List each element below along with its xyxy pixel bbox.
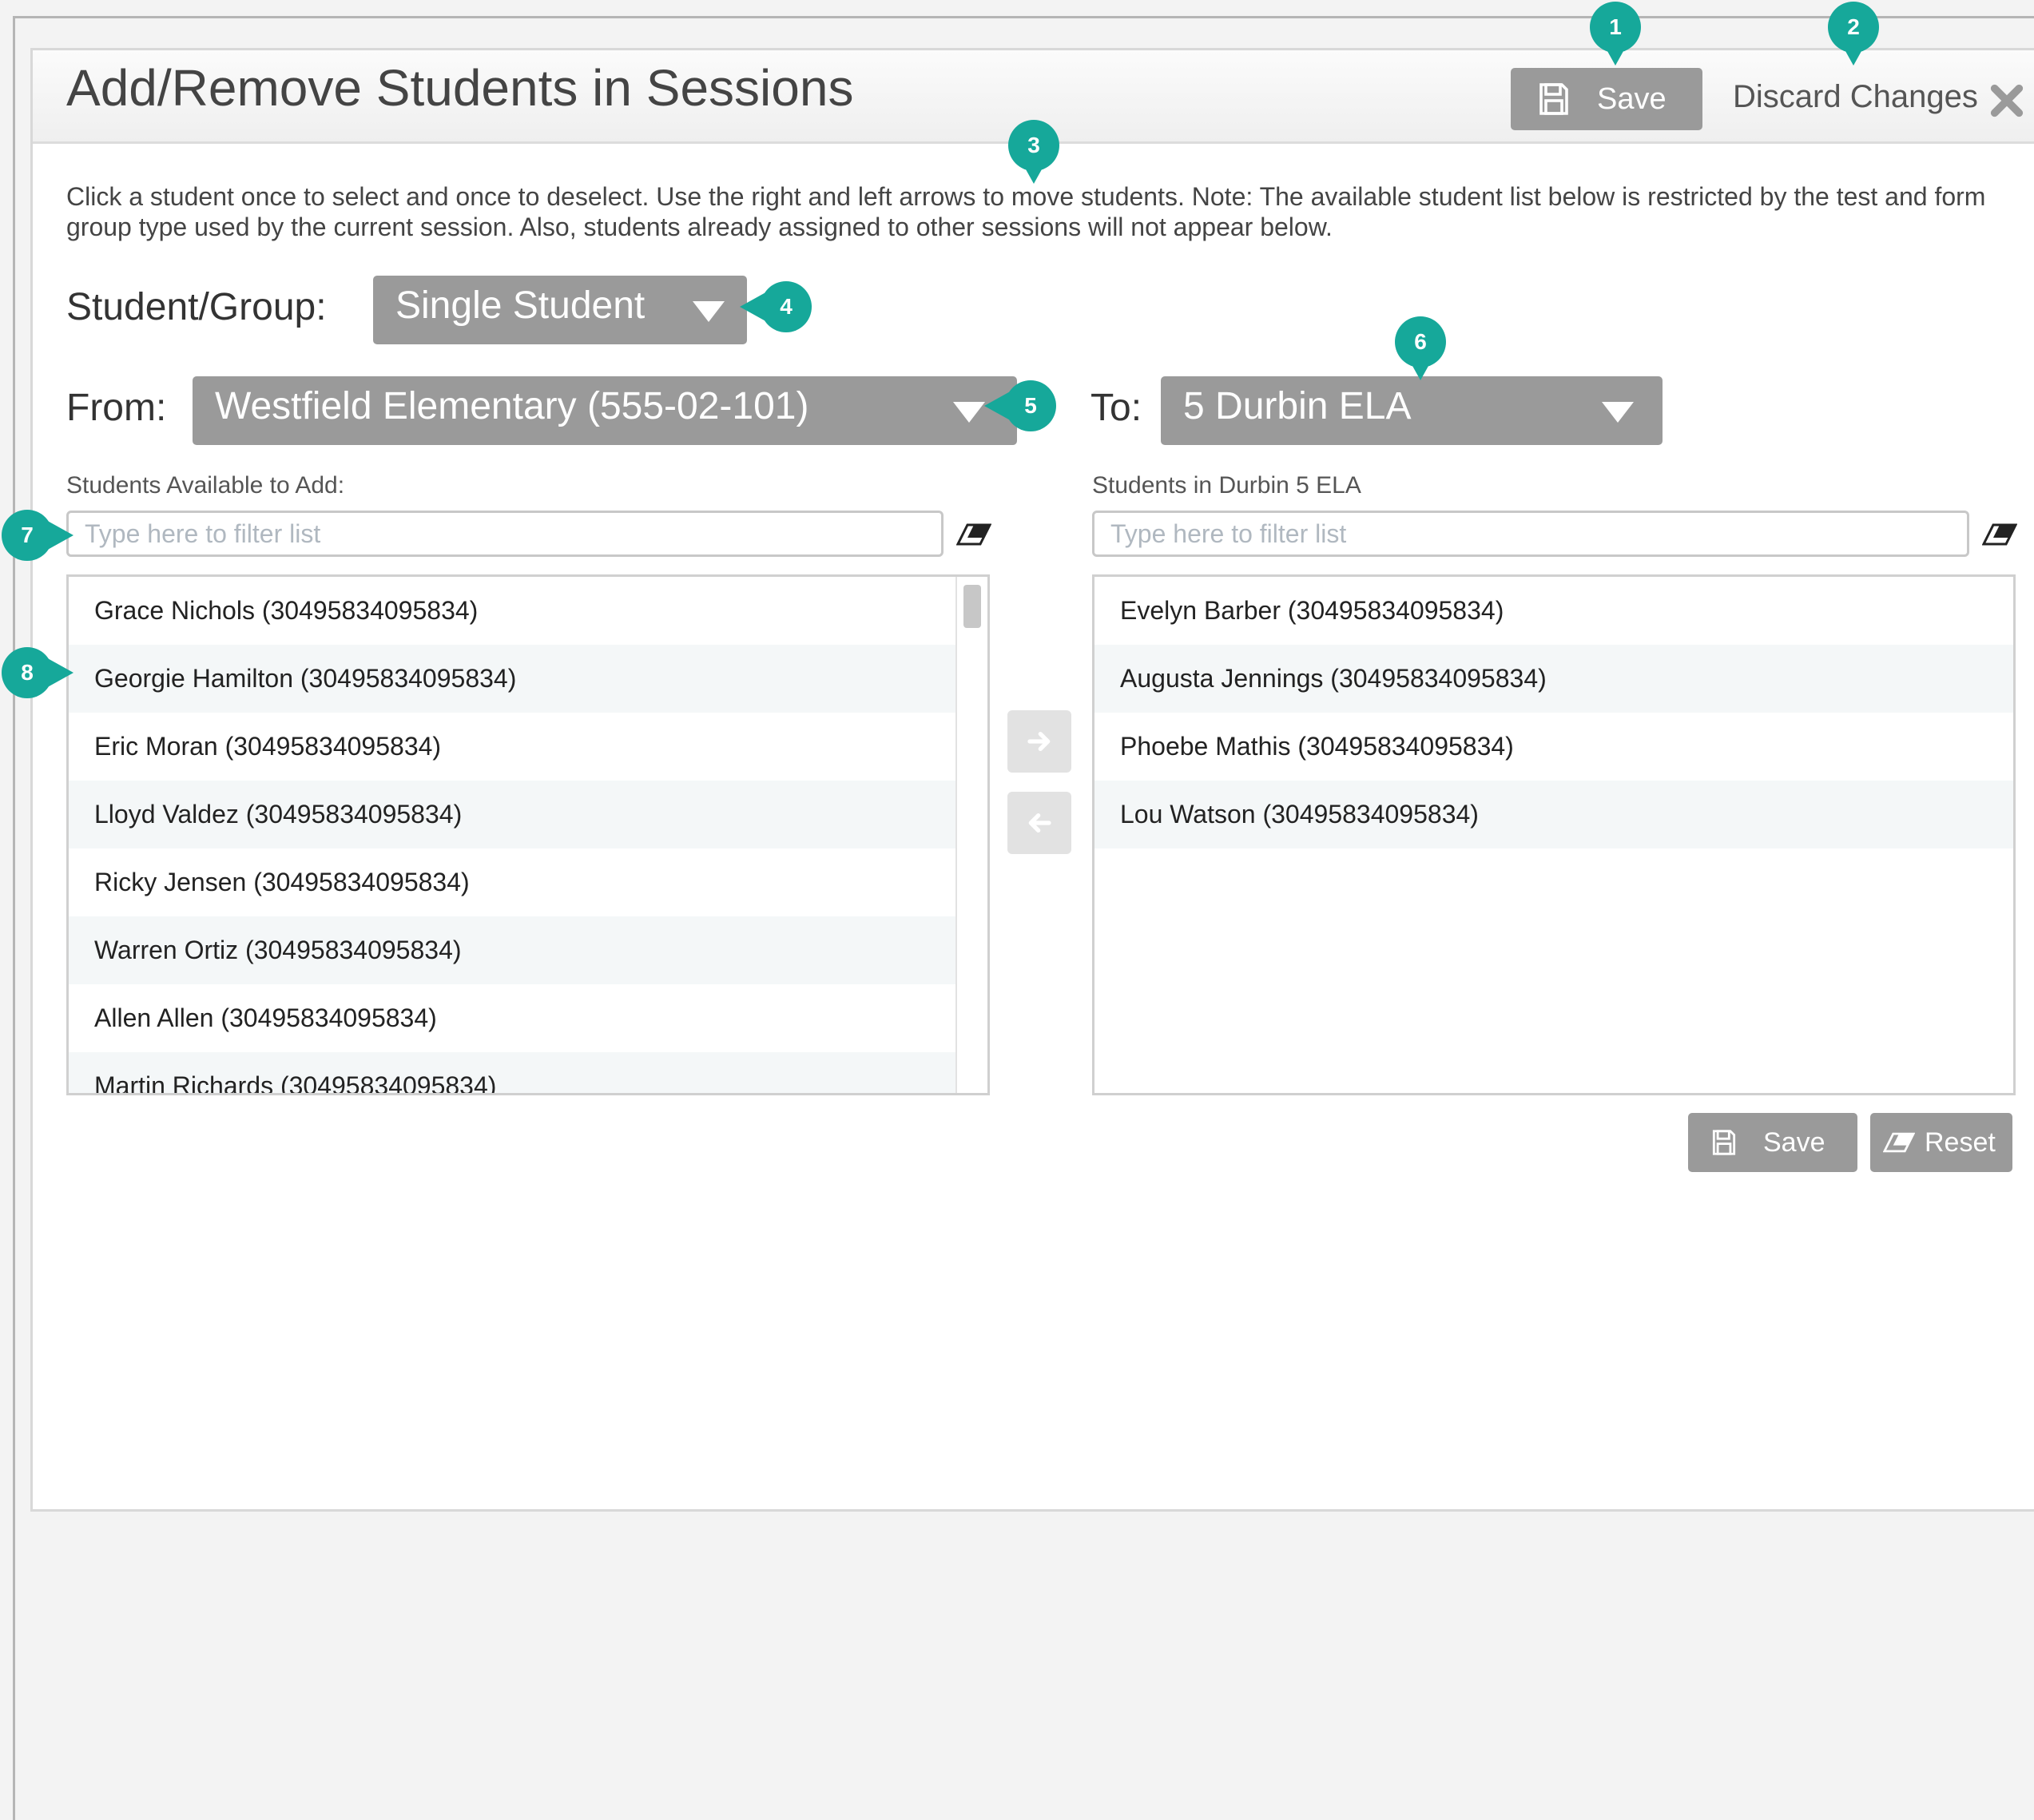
available-student-row[interactable]: Grace Nichols (30495834095834) [69, 577, 987, 645]
callout-5: 5 [984, 380, 1056, 431]
assigned-students-list: Evelyn Barber (30495834095834) Augusta Je… [1092, 574, 2016, 1095]
discard-changes-link[interactable]: Discard Changes [1733, 79, 1978, 115]
available-student-row[interactable]: Ricky Jensen (30495834095834) [69, 848, 987, 916]
footer-save-label: Save [1763, 1127, 1825, 1158]
assigned-student-row[interactable]: Evelyn Barber (30495834095834) [1094, 577, 2013, 645]
callout-7: 7 [2, 510, 73, 561]
page-title: Add/Remove Students in Sessions [66, 59, 854, 117]
move-left-button[interactable] [1007, 792, 1071, 854]
assigned-student-row[interactable]: Augusta Jennings (30495834095834) [1094, 645, 2013, 713]
available-rows: Grace Nichols (30495834095834) Georgie Ha… [69, 577, 987, 1093]
reset-button[interactable]: Reset [1870, 1113, 2012, 1172]
callout-1: 1 [1590, 2, 1641, 66]
to-dropdown[interactable]: 5 Durbin ELA [1161, 376, 1663, 445]
callout-8: 8 [2, 647, 73, 698]
from-value: Westfield Elementary (555-02-101) [215, 385, 809, 427]
save-icon [1712, 1130, 1736, 1155]
arrow-left-icon [1028, 813, 1051, 833]
eraser-icon[interactable] [1982, 522, 2017, 547]
available-filter-input[interactable] [66, 511, 944, 557]
callout-6: 6 [1395, 316, 1446, 380]
to-value: 5 Durbin ELA [1183, 385, 1412, 427]
assigned-student-row[interactable]: Lou Watson (30495834095834) [1094, 781, 2013, 848]
instructions-text: Click a student once to select and once … [66, 182, 1986, 241]
eraser-icon[interactable] [956, 522, 991, 547]
eraser-icon [1883, 1132, 1915, 1153]
chevron-down-icon [1602, 402, 1634, 423]
callout-2: 2 [1828, 2, 1879, 66]
reset-label: Reset [1925, 1127, 1996, 1158]
assigned-list-label: Students in Durbin 5 ELA [1092, 472, 1361, 499]
save-icon [1539, 83, 1568, 115]
header-save-label: Save [1597, 81, 1667, 116]
assigned-filter-input[interactable] [1092, 511, 1969, 557]
callout-3: 3 [1008, 120, 1059, 184]
available-student-row[interactable]: Lloyd Valdez (30495834095834) [69, 781, 987, 848]
available-student-row[interactable]: Eric Moran (30495834095834) [69, 713, 987, 781]
scrollbar[interactable] [955, 577, 987, 1093]
footer-save-button[interactable]: Save [1688, 1113, 1857, 1172]
arrow-right-icon [1027, 732, 1051, 751]
from-dropdown[interactable]: Westfield Elementary (555-02-101) [193, 376, 1017, 445]
callout-4: 4 [740, 281, 812, 332]
header-save-button[interactable]: Save [1511, 68, 1702, 130]
chevron-down-icon [953, 402, 985, 423]
available-list-label: Students Available to Add: [66, 472, 345, 499]
session-editor-panel: Add/Remove Students in Sessions Save Dis… [30, 48, 2034, 1512]
scrollbar-thumb[interactable] [963, 585, 981, 628]
from-label: From: [66, 387, 167, 429]
available-student-row[interactable]: Allen Allen (30495834095834) [69, 984, 987, 1052]
move-right-button[interactable] [1007, 710, 1071, 773]
available-students-list: Grace Nichols (30495834095834) Georgie Ha… [66, 574, 990, 1095]
available-student-row[interactable]: Martin Richards (30495834095834) [69, 1052, 987, 1093]
student-group-label: Student/Group: [66, 286, 327, 328]
available-student-row[interactable]: Georgie Hamilton (30495834095834) [69, 645, 987, 713]
student-group-value: Single Student [395, 284, 646, 327]
chevron-down-icon [693, 301, 725, 322]
assigned-student-row[interactable]: Phoebe Mathis (30495834095834) [1094, 713, 2013, 781]
student-group-dropdown[interactable]: Single Student [373, 276, 747, 344]
to-label: To: [1090, 387, 1142, 429]
available-student-row[interactable]: Warren Ortiz (30495834095834) [69, 916, 987, 984]
close-icon[interactable] [1988, 82, 2025, 119]
assigned-rows: Evelyn Barber (30495834095834) Augusta Je… [1094, 577, 2013, 848]
